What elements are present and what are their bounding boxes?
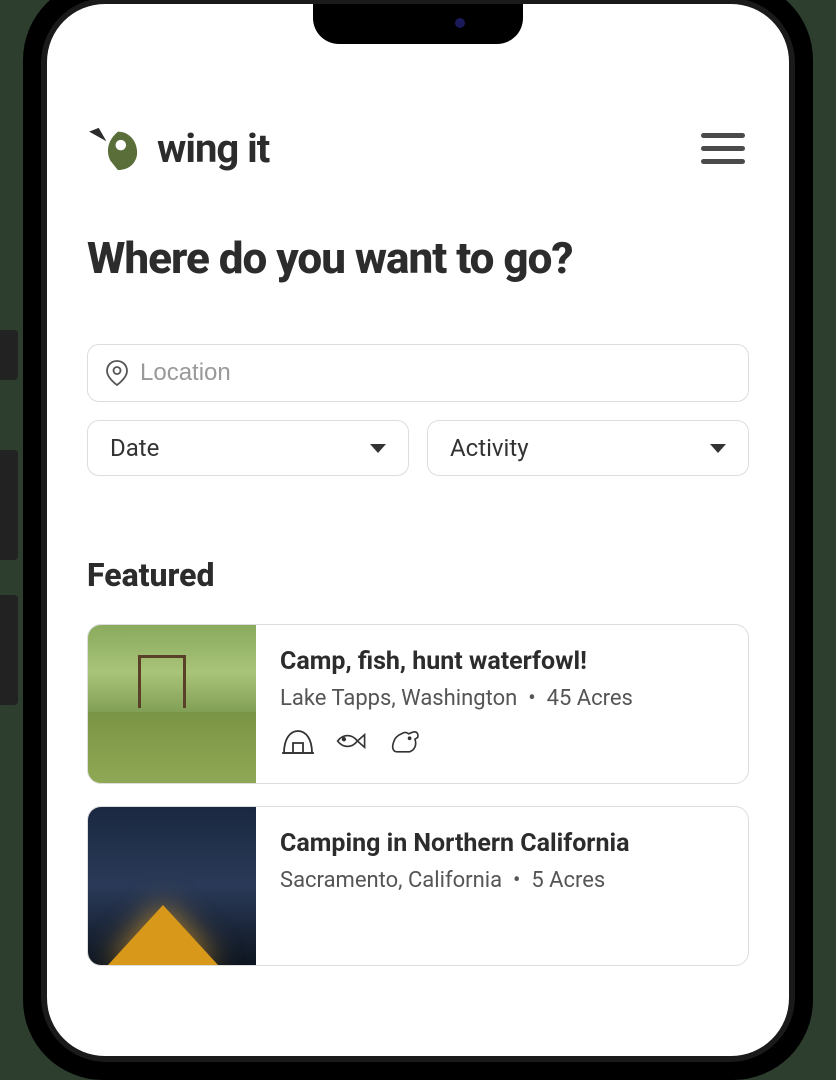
listing-image bbox=[88, 807, 256, 965]
chevron-down-icon bbox=[710, 444, 726, 453]
listing-location: Lake Tapps, Washington bbox=[280, 686, 517, 711]
listing-card[interactable]: Camping in Northern California Sacrament… bbox=[87, 806, 749, 966]
listing-title: Camp, fish, hunt waterfowl! bbox=[280, 647, 724, 676]
date-label: Date bbox=[110, 434, 159, 462]
page-title: Where do you want to go? bbox=[87, 232, 749, 284]
listing-acres: 5 Acres bbox=[531, 868, 605, 893]
app-header: wing it bbox=[87, 124, 749, 172]
hamburger-line-icon bbox=[701, 159, 745, 164]
listing-meta: Sacramento, California • 5 Acres bbox=[280, 868, 724, 893]
date-dropdown[interactable]: Date bbox=[87, 420, 409, 476]
activity-label: Activity bbox=[450, 434, 529, 462]
brand-logo[interactable]: wing it bbox=[87, 124, 269, 172]
location-input[interactable] bbox=[140, 359, 730, 387]
phone-side-button bbox=[0, 450, 18, 560]
listing-card[interactable]: Camp, fish, hunt waterfowl! Lake Tapps, … bbox=[87, 624, 749, 784]
brand-name: wing it bbox=[157, 125, 269, 172]
activity-dropdown[interactable]: Activity bbox=[427, 420, 749, 476]
location-pin-icon bbox=[106, 360, 128, 386]
featured-heading: Featured bbox=[87, 556, 749, 594]
location-field[interactable] bbox=[87, 344, 749, 402]
phone-side-button bbox=[0, 330, 18, 380]
app-screen: wing it Where do you want to go? bbox=[47, 4, 789, 1056]
activity-icons bbox=[280, 725, 724, 757]
phone-side-button bbox=[0, 595, 18, 705]
dog-icon bbox=[388, 725, 424, 757]
search-form: Date Activity bbox=[87, 344, 749, 476]
featured-list: Camp, fish, hunt waterfowl! Lake Tapps, … bbox=[87, 624, 749, 966]
listing-location: Sacramento, California bbox=[280, 868, 502, 893]
listing-title: Camping in Northern California bbox=[280, 829, 724, 858]
hamburger-line-icon bbox=[701, 146, 745, 151]
listing-image bbox=[88, 625, 256, 783]
camping-icon bbox=[280, 725, 316, 757]
phone-notch bbox=[313, 4, 523, 44]
wingit-logo-icon bbox=[87, 124, 145, 172]
hamburger-line-icon bbox=[701, 133, 745, 138]
phone-frame: wing it Where do you want to go? bbox=[23, 0, 813, 1080]
menu-button[interactable] bbox=[697, 129, 749, 168]
fishing-icon bbox=[334, 725, 370, 757]
chevron-down-icon bbox=[370, 444, 386, 453]
listing-meta: Lake Tapps, Washington • 45 Acres bbox=[280, 686, 724, 711]
listing-acres: 45 Acres bbox=[547, 686, 633, 711]
